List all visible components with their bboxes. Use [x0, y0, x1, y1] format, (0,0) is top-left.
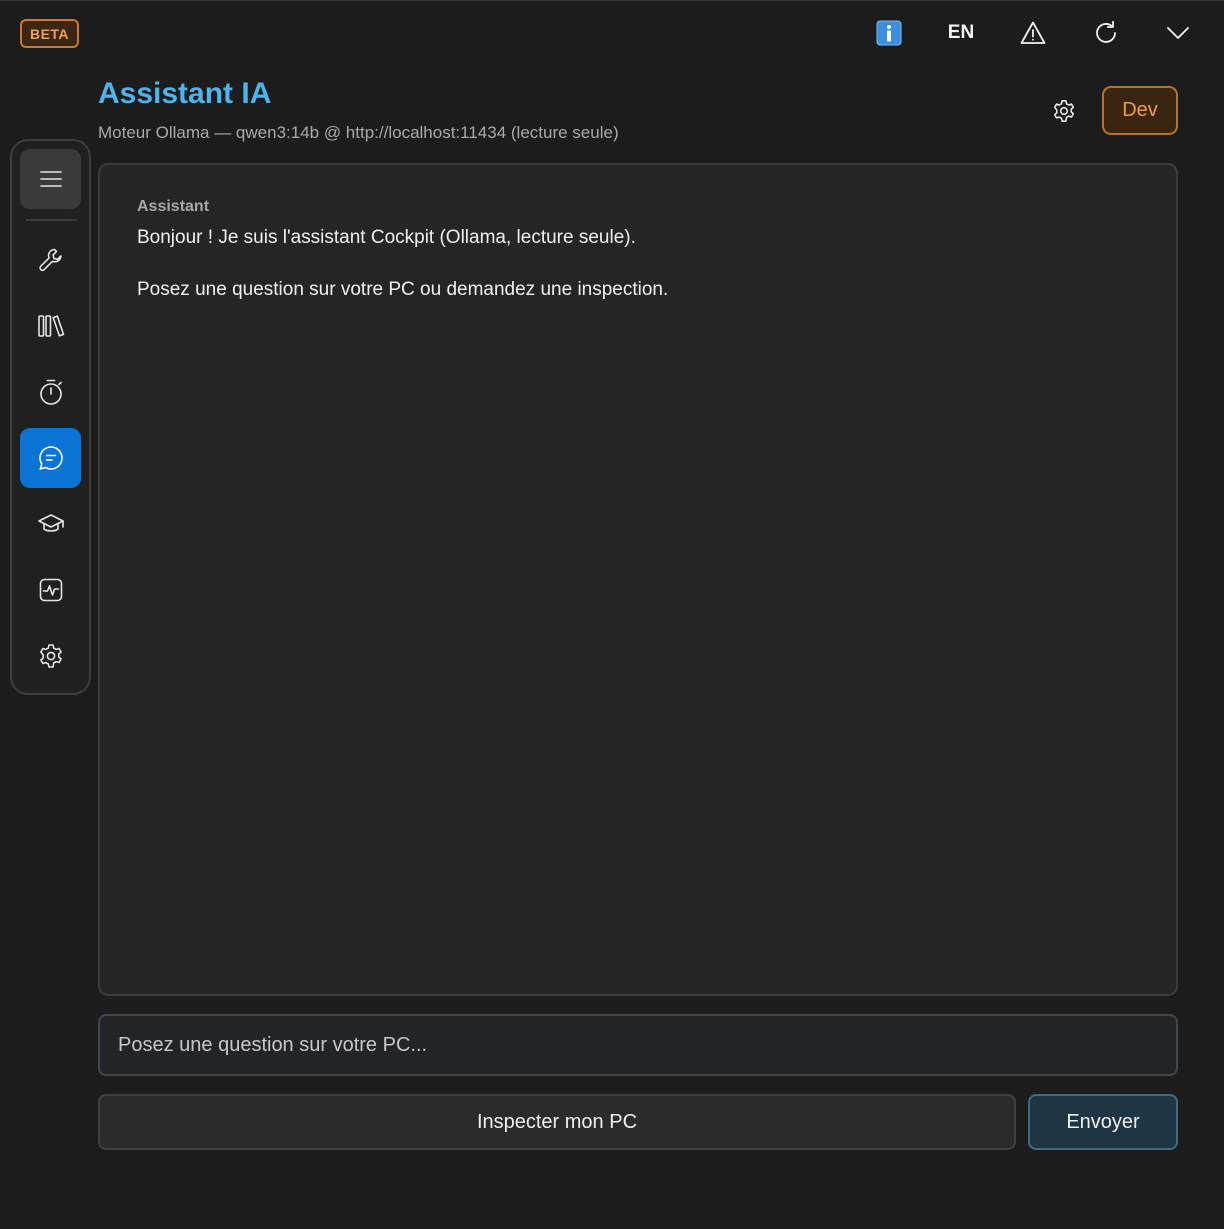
chat-history: Assistant Bonjour ! Je suis l'assistant … [98, 163, 1178, 996]
stopwatch-icon [38, 378, 64, 406]
info-icon [876, 20, 902, 46]
sidebar-item-learn[interactable] [20, 494, 81, 554]
engine-subtitle: Moteur Ollama — qwen3:14b @ http://local… [98, 123, 619, 142]
assistant-settings-button[interactable] [1042, 89, 1086, 133]
send-button[interactable]: Envoyer [1028, 1094, 1178, 1150]
message-text: Posez une question sur votre PC ou deman… [137, 279, 669, 300]
chat-icon [37, 444, 65, 472]
menu-icon [39, 167, 63, 191]
gear-icon [1052, 99, 1076, 123]
message-text: Bonjour ! Je suis l'assistant Cockpit (O… [137, 227, 636, 248]
wrench-icon [38, 247, 64, 273]
library-icon [37, 313, 65, 339]
app-window: BETA EN Assistant IA Moteur Ollama — qwe… [0, 0, 1224, 1229]
sidebar-item-library[interactable] [20, 296, 81, 356]
sidebar-item-monitor[interactable] [20, 560, 81, 620]
refresh-button[interactable] [1084, 13, 1128, 53]
chevron-down-icon [1166, 21, 1190, 45]
sidebar-item-menu[interactable] [20, 149, 81, 209]
warning-icon [1020, 20, 1046, 46]
sidebar-item-settings[interactable] [20, 626, 81, 686]
collapse-button[interactable] [1156, 13, 1200, 53]
language-button[interactable]: EN [939, 13, 983, 53]
sidebar-item-assistant[interactable] [20, 428, 81, 488]
dev-button[interactable]: Dev [1102, 86, 1178, 135]
message-author: Assistant [137, 198, 210, 215]
gear-icon [38, 643, 64, 669]
refresh-icon [1093, 20, 1119, 46]
warning-button[interactable] [1011, 13, 1055, 53]
inspect-pc-button[interactable]: Inspecter mon PC [98, 1094, 1016, 1150]
activity-icon [38, 577, 64, 603]
beta-badge: BETA [20, 19, 79, 48]
info-button[interactable] [867, 13, 911, 53]
sidebar-nav [10, 139, 91, 695]
sidebar-divider [26, 219, 77, 221]
page-title: Assistant IA [98, 77, 272, 110]
question-input[interactable] [98, 1014, 1178, 1076]
sidebar-item-timer[interactable] [20, 362, 81, 422]
sidebar-item-tools[interactable] [20, 230, 81, 290]
graduation-cap-icon [37, 512, 65, 536]
